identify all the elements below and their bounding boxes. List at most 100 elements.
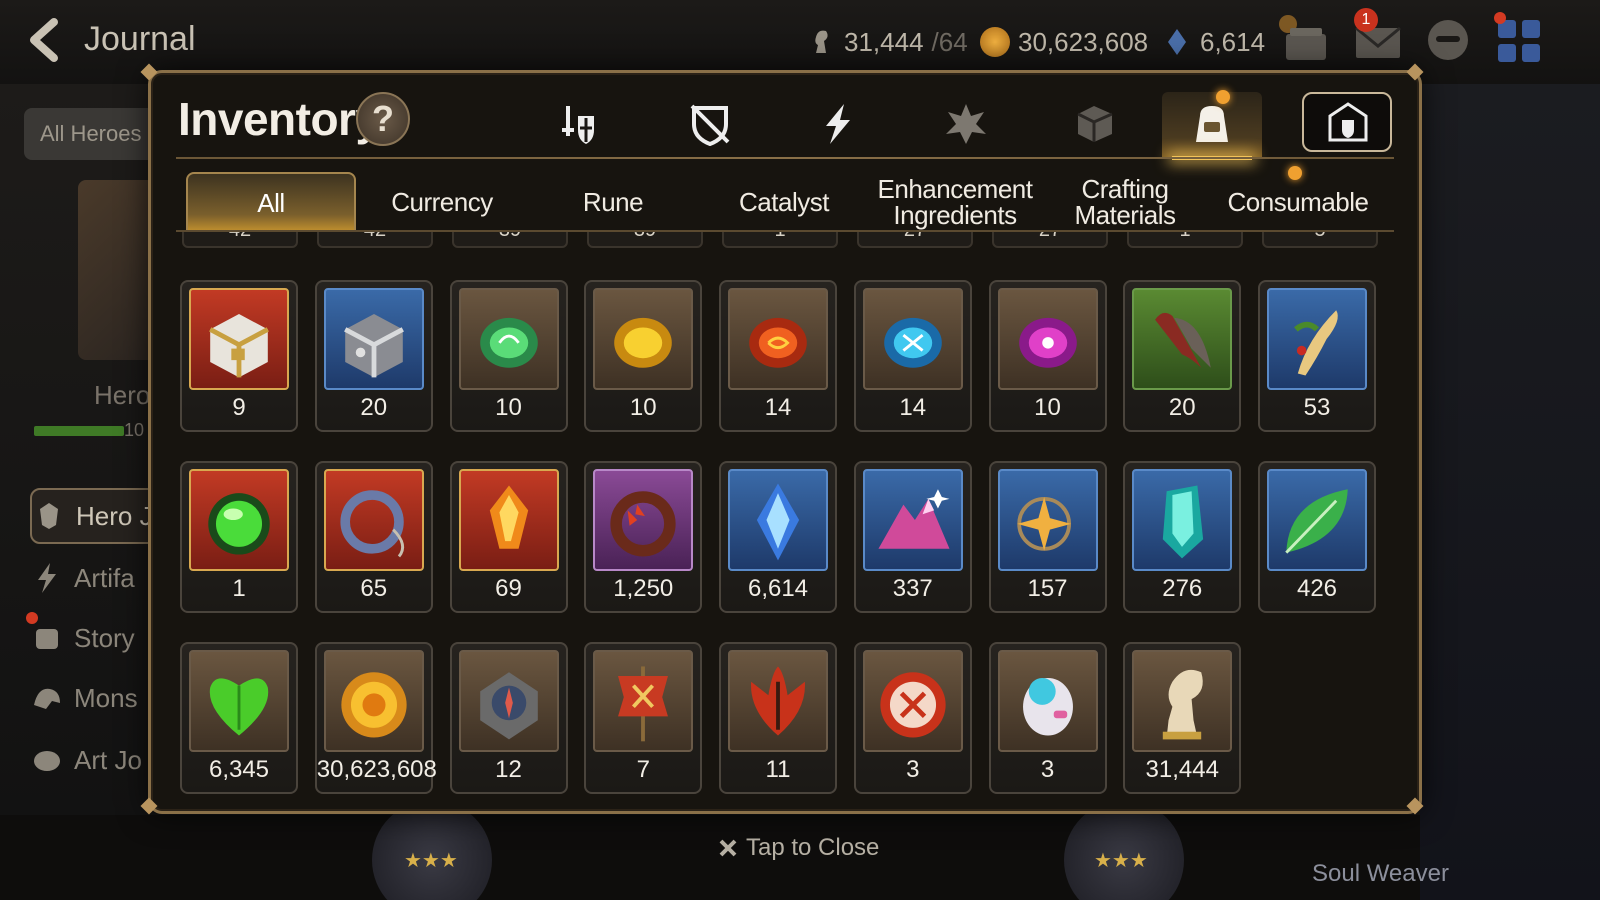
hero-label: Hero <box>94 380 151 410</box>
hero-stars: ★★★ <box>404 850 458 872</box>
inventory-slot[interactable]: 6,614 <box>719 461 837 613</box>
category-material-box[interactable] <box>1044 92 1144 158</box>
inventory-slot[interactable]: 30,623,608 <box>314 642 437 794</box>
hero-icon <box>40 503 58 529</box>
inventory-slot[interactable]: 69 <box>449 461 568 613</box>
slot-quantity: 10 <box>1034 394 1061 421</box>
inventory-slot[interactable]: 157 <box>988 461 1107 613</box>
panel-divider <box>176 157 1394 159</box>
leaf-icon <box>1267 469 1367 571</box>
consumable-notification-dot <box>1288 166 1302 180</box>
skystone-value: 31,444 <box>844 26 924 57</box>
sidebar-item-art-journal[interactable]: Art Jo <box>30 732 160 788</box>
journal-title: Journal <box>84 20 196 58</box>
hero-filter-button[interactable]: All Heroes <box>24 108 164 160</box>
slot-quantity: 39 <box>454 232 566 242</box>
slot-quantity: 39 <box>589 232 701 242</box>
category-artifact[interactable] <box>788 92 888 158</box>
inventory-slot[interactable]: 11 <box>719 642 837 794</box>
category-catalyst[interactable] <box>916 92 1016 158</box>
slot-quantity: 65 <box>360 575 388 602</box>
inventory-slot[interactable]: 31,444 <box>1123 642 1242 794</box>
sidebar-item-artifact[interactable]: Artifa <box>30 550 160 606</box>
inventory-grid[interactable]: 424239391272715 92010101414102053165691,… <box>170 232 1400 806</box>
sidebar-item-label: Story <box>74 622 135 653</box>
help-button[interactable]: ? <box>356 92 410 146</box>
slot-quantity: 1 <box>232 575 246 602</box>
inventory-slot[interactable]: 20 <box>1123 280 1242 432</box>
back-arrow-icon[interactable] <box>24 18 68 62</box>
tab-catalyst[interactable]: Catalyst <box>704 172 864 232</box>
story-notification-dot <box>26 612 38 624</box>
tab-enhancement-ingredients[interactable]: Enhancement Ingredients <box>868 172 1042 232</box>
inventory-slot[interactable]: 6,345 <box>180 642 298 794</box>
inventory-slot[interactable]: 337 <box>853 461 972 613</box>
inventory-slot[interactable]: 10 <box>584 280 703 432</box>
partial-row: 42 42 39 39 1 27 27 1 5 <box>182 232 1378 248</box>
inventory-slot-partial[interactable]: 27 <box>857 232 973 248</box>
skystone-horse-icon <box>1132 650 1233 752</box>
shop-icon[interactable] <box>1278 14 1334 70</box>
flame-crystal-icon <box>458 469 559 571</box>
inventory-slot-partial[interactable]: 42 <box>317 232 433 248</box>
inventory-slot-partial[interactable]: 39 <box>452 232 568 248</box>
slot-quantity: 10 <box>629 394 657 421</box>
inventory-slot[interactable]: 10 <box>449 280 568 432</box>
sidebar-item-story[interactable]: Story <box>30 610 160 666</box>
inventory-slot-partial[interactable]: 5 <box>1262 232 1378 248</box>
inventory-slot[interactable]: 7 <box>584 642 703 794</box>
tap-to-close[interactable]: Tap to Close <box>718 834 879 862</box>
inventory-slot[interactable]: 3 <box>853 642 972 794</box>
tab-crafting-materials[interactable]: Crafting Materials <box>1050 172 1200 232</box>
tab-currency[interactable]: Currency <box>362 172 522 232</box>
tab-consumable[interactable]: Consumable <box>1214 172 1382 232</box>
sidebar-item-label: Artifa <box>74 562 135 593</box>
category-bag[interactable] <box>1162 92 1262 160</box>
sidebar-item-monster[interactable]: Mons <box>30 670 160 726</box>
inventory-slot[interactable]: 10 <box>988 280 1107 432</box>
inventory-slot-partial[interactable]: 39 <box>587 232 703 248</box>
sidebar-item-label: Mons <box>74 682 138 713</box>
inventory-slot[interactable]: 20 <box>314 280 433 432</box>
inventory-slot[interactable]: 53 <box>1258 280 1376 432</box>
tab-all[interactable]: All <box>186 172 356 232</box>
inventory-slot[interactable]: 1,250 <box>584 461 703 613</box>
inventory-slot[interactable]: 1 <box>180 461 298 613</box>
mail-badge: 1 <box>1354 8 1378 32</box>
inventory-slot[interactable]: 276 <box>1123 461 1242 613</box>
sidebar-item-label: Art Jo <box>74 744 142 775</box>
skystone-cap: /64 <box>931 26 968 57</box>
red-badge-icon <box>862 650 963 752</box>
slot-quantity: 7 <box>636 756 650 783</box>
lightning-icon <box>38 563 56 593</box>
inventory-slot-partial[interactable]: 27 <box>992 232 1108 248</box>
chat-icon[interactable] <box>1420 14 1476 70</box>
inventory-slot[interactable]: 12 <box>449 642 568 794</box>
slot-quantity: 20 <box>360 394 388 421</box>
inventory-slot-partial[interactable]: 42 <box>182 232 298 248</box>
inventory-slot[interactable]: 14 <box>853 280 972 432</box>
skystone-horse-icon <box>815 30 828 53</box>
inventory-slot[interactable]: 3 <box>988 642 1107 794</box>
slot-quantity: 276 <box>1162 575 1203 602</box>
tab-rune[interactable]: Rune <box>540 172 686 232</box>
inventory-slot[interactable]: 65 <box>314 461 433 613</box>
crystal-value: 6,614 <box>1200 26 1266 57</box>
inventory-slot-partial[interactable]: 1 <box>722 232 838 248</box>
slot-quantity: 1,250 <box>613 575 674 602</box>
inventory-slot[interactable]: 9 <box>180 280 298 432</box>
inventory-slot[interactable]: 14 <box>719 280 837 432</box>
category-hero-equipment[interactable] <box>532 92 632 158</box>
slot-quantity: 42 <box>184 232 296 242</box>
artifact-icon <box>826 104 850 144</box>
inventory-slot[interactable]: 426 <box>1258 461 1376 613</box>
category-shield[interactable] <box>660 92 760 158</box>
inventory-slot-partial[interactable]: 1 <box>1127 232 1243 248</box>
slot-quantity: 14 <box>764 394 792 421</box>
purple-rune-icon <box>997 288 1098 390</box>
white-capsule-icon <box>997 650 1098 752</box>
sidebar-item-hero-journal[interactable]: Hero J <box>30 488 160 544</box>
category-storage[interactable] <box>1302 92 1392 152</box>
slot-quantity: 1 <box>724 232 836 242</box>
slot-quantity: 6,345 <box>208 756 270 783</box>
